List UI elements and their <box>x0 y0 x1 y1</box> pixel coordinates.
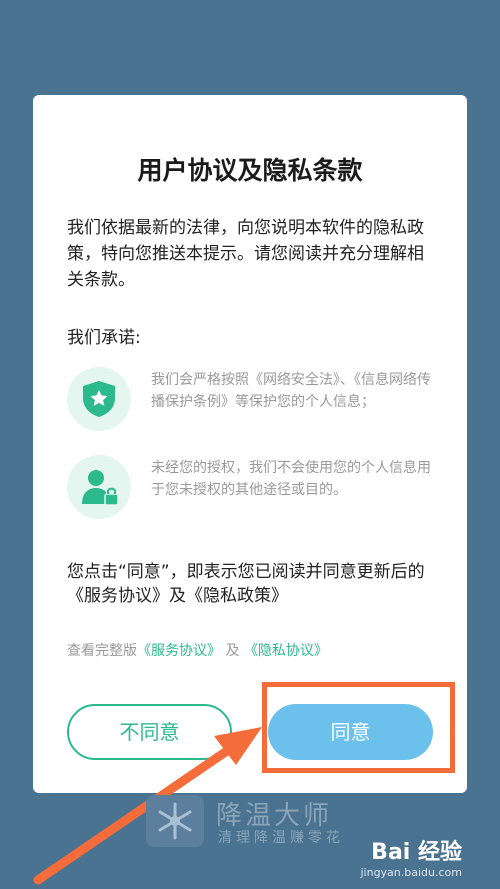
watermark-name: Bai 经验 <box>371 840 462 865</box>
brand-slogan: 清理降温赚零花 <box>218 830 344 846</box>
brand-watermark: 降温大师 清理降温赚零花 <box>146 793 376 853</box>
pointer-arrow-icon <box>33 727 262 885</box>
watermark-url: jingyan.baidu.com <box>360 866 462 879</box>
baidu-watermark: Bai 经验 jingyan.baidu.com <box>360 834 462 879</box>
snowflake-logo-icon <box>146 795 204 847</box>
